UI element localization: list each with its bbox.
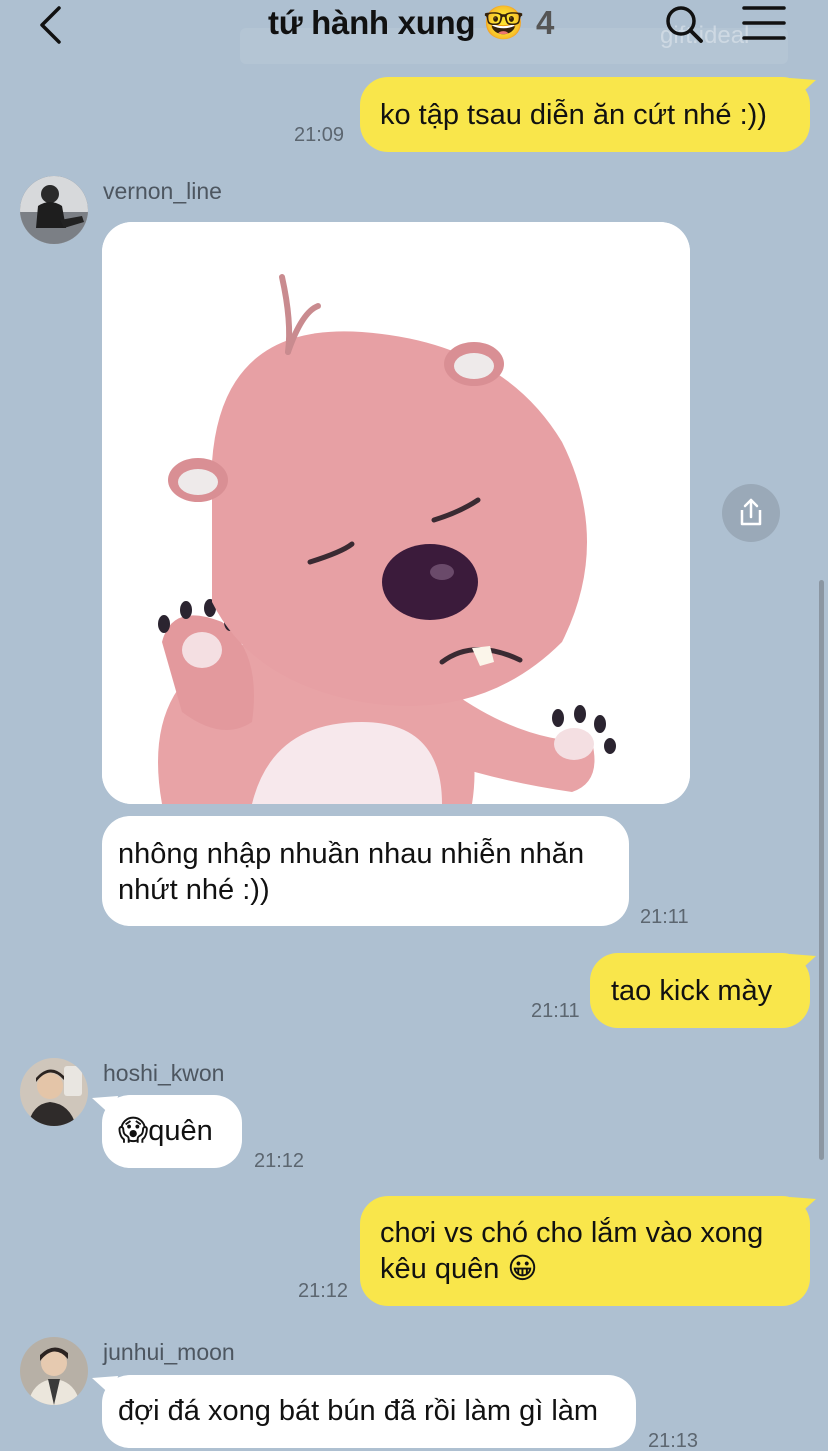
their-message-bubble[interactable]: nhông nhập nhuần nhau nhiễn nhăn nhứt nh… xyxy=(102,816,629,926)
bubble-tail xyxy=(790,954,816,976)
sender-name: junhui_moon xyxy=(103,1339,235,1365)
chat-title: tứ hành xung 🤓 xyxy=(268,4,524,43)
message-text: đợi đá xong bát bún đã rồi làm gì làm xyxy=(118,1395,599,1427)
message-time: 21:09 xyxy=(294,124,345,146)
my-message-bubble[interactable]: tao kick mày xyxy=(590,953,810,1028)
back-button[interactable] xyxy=(30,2,74,46)
message-text-line-2: kêu quên xyxy=(380,1253,500,1285)
bubble-tail xyxy=(92,1376,118,1398)
share-button[interactable] xyxy=(722,484,780,542)
chat-screen: gift.ideal tứ hành xung 🤓 4 21:09 ko tập… xyxy=(0,0,828,1451)
chevron-left-icon xyxy=(40,6,61,44)
chat-header: gift.ideal tứ hành xung 🤓 4 xyxy=(0,0,828,64)
message-time: 21:12 xyxy=(298,1280,349,1302)
message-text-line-1: chơi vs chó cho lắm vào xong xyxy=(380,1217,764,1249)
message-time: 21:11 xyxy=(640,906,689,928)
bubble-tail xyxy=(790,1197,816,1219)
avatar-junhui[interactable] xyxy=(20,1337,88,1405)
their-message-bubble[interactable]: đợi đá xong bát bún đã rồi làm gì làm xyxy=(102,1375,636,1448)
avatar-photo xyxy=(20,1058,88,1126)
sender-name: vernon_line xyxy=(103,178,222,204)
avatar-photo xyxy=(20,1337,88,1405)
grinning-face-emoji: 😀 xyxy=(507,1253,538,1285)
sticker-image[interactable] xyxy=(102,222,690,804)
scrollbar[interactable] xyxy=(819,580,824,1160)
my-message-bubble[interactable]: chơi vs chó cho lắm vào xong kêu quên 😀 xyxy=(360,1196,810,1306)
chat-title-text: tứ hành xung xyxy=(268,4,476,41)
message-text: quên xyxy=(148,1115,213,1147)
message-text: ko tập tsau diễn ăn cứt nhé :)) xyxy=(380,99,767,131)
face-screaming-emoji: 😱 xyxy=(118,1115,149,1147)
message-text-line-1: nhông nhập nhuần nhau nhiễn nhăn xyxy=(118,838,585,870)
message-text-line-2: nhứt nhé :)) xyxy=(118,874,270,906)
message-time: 21:11 xyxy=(531,1000,580,1022)
menu-button[interactable] xyxy=(740,2,788,46)
search-button[interactable] xyxy=(662,2,706,46)
bubble-tail xyxy=(790,78,816,100)
share-icon xyxy=(740,498,762,526)
their-message-bubble[interactable]: 😱quên xyxy=(102,1095,242,1168)
search-icon xyxy=(666,6,703,43)
nerd-face-emoji: 🤓 xyxy=(483,4,525,41)
message-time: 21:13 xyxy=(648,1430,699,1451)
avatar-photo xyxy=(20,176,88,244)
hamburger-menu-icon xyxy=(742,6,786,40)
bubble-tail xyxy=(92,1096,118,1118)
avatar-hoshi[interactable] xyxy=(20,1058,88,1126)
loopy-beaver-sticker xyxy=(102,222,690,804)
member-count: 4 xyxy=(536,4,555,41)
message-text: tao kick mày xyxy=(611,975,773,1007)
message-time: 21:12 xyxy=(254,1150,305,1172)
sender-name: hoshi_kwon xyxy=(103,1060,225,1086)
my-message-bubble[interactable]: ko tập tsau diễn ăn cứt nhé :)) xyxy=(360,77,810,152)
avatar-vernon[interactable] xyxy=(20,176,88,244)
